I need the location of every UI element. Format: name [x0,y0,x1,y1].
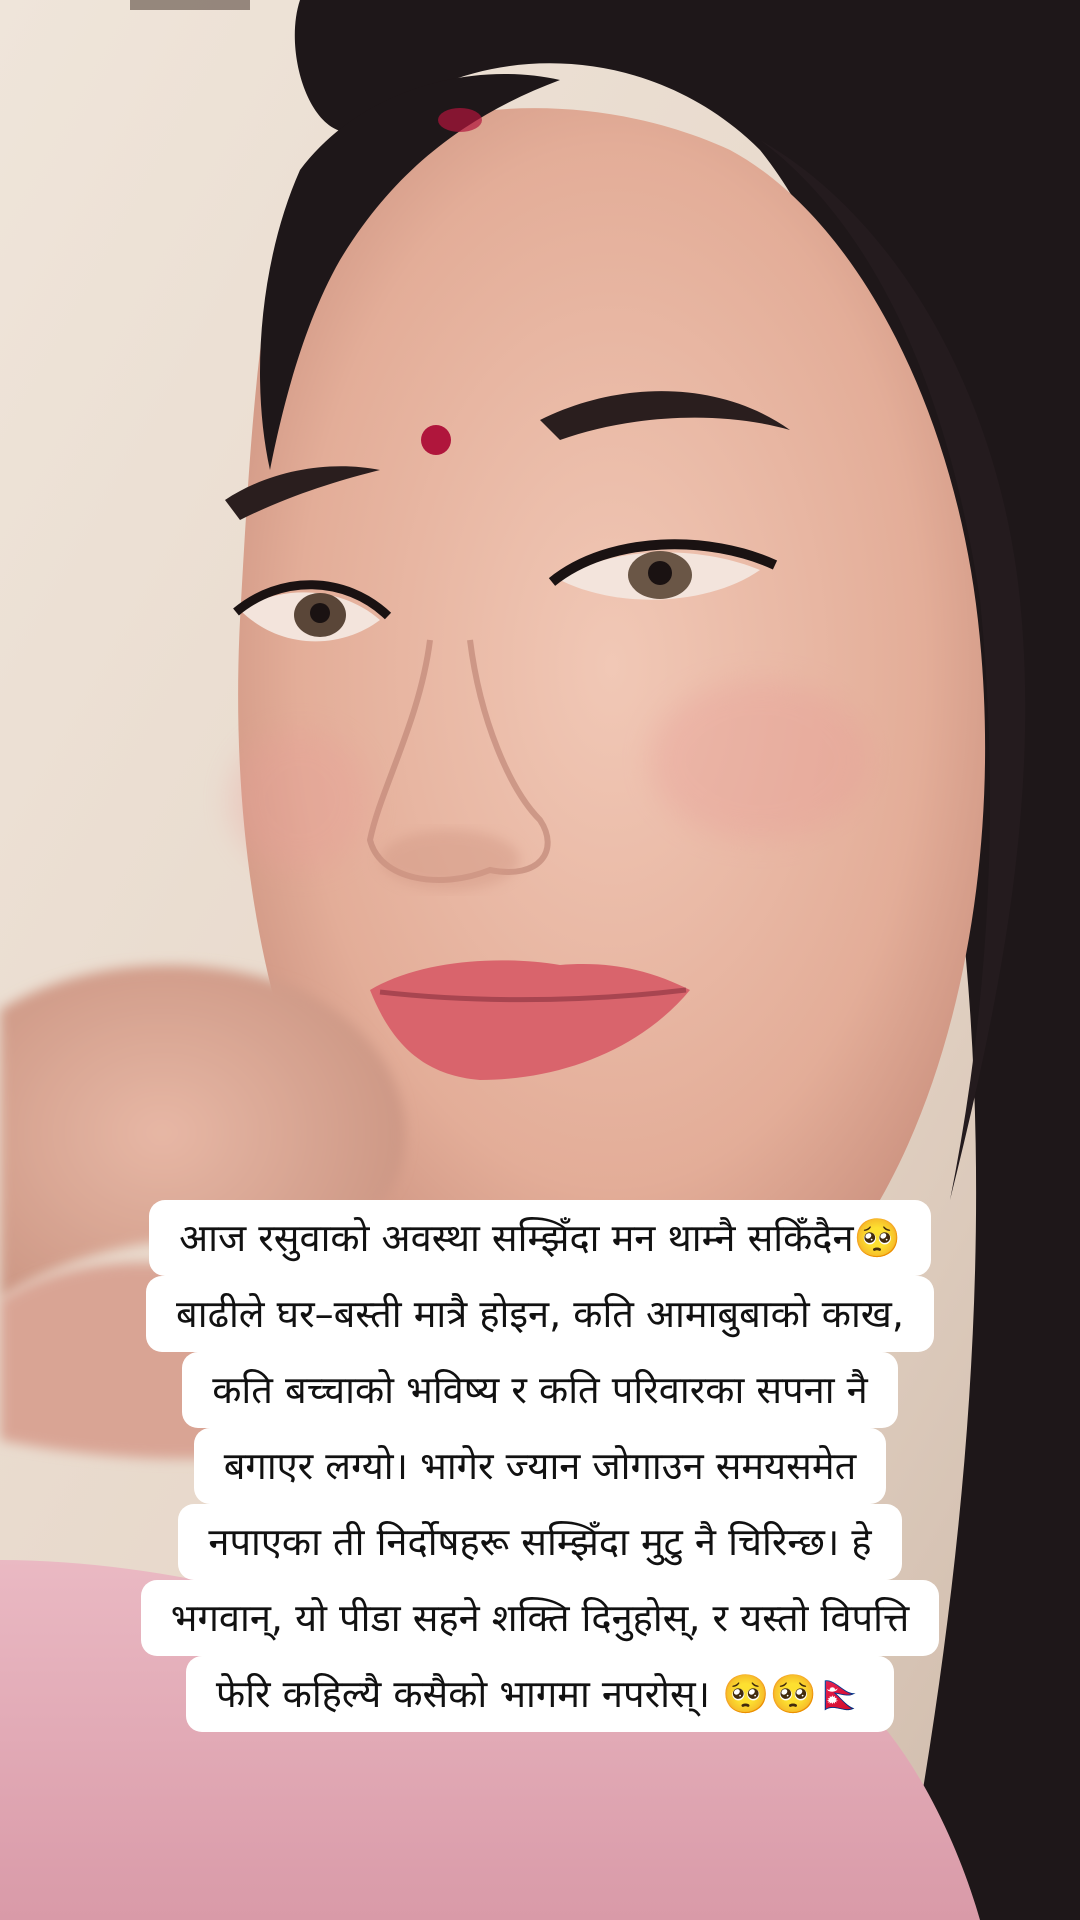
video-frame: आज रसुवाको अवस्था सम्झिँदा मन थाम्नै सकि… [0,0,1080,1920]
caption-line: आज रसुवाको अवस्था सम्झिँदा मन थाम्नै सकि… [149,1200,931,1276]
picture-frame-edge [130,0,250,10]
caption-line: बाढीले घर–बस्ती मात्रै होइन, कति आमाबुबा… [146,1276,934,1352]
caption-line: नपाएका ती निर्दोषहरू सम्झिँदा मुटु नै चि… [178,1504,902,1580]
caption-line: बगाएर लग्यो। भागेर ज्यान जोगाउन समयसमेत [193,1428,887,1504]
caption-line: फेरि कहिल्यै कसैको भागमा नपरोस्। 🥺🥺🇳🇵 [185,1656,895,1732]
caption-overlay: आज रसुवाको अवस्था सम्झिँदा मन थाम्नै सकि… [0,1200,1080,1732]
caption-line: भगवान्, यो पीडा सहने शक्ति दिनुहोस्, र य… [140,1580,940,1656]
bindi [421,425,451,455]
sindoor-mark [438,108,482,132]
caption-line: कति बच्चाको भविष्य र कति परिवारका सपना न… [182,1352,898,1428]
